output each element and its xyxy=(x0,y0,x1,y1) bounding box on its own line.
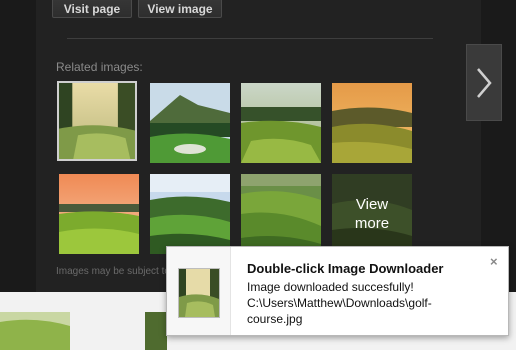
related-thumbnail-3[interactable] xyxy=(241,83,321,163)
left-gutter xyxy=(0,0,37,292)
downloaded-image-thumbnail xyxy=(178,268,220,318)
related-thumbnail-2[interactable] xyxy=(150,83,230,163)
notification-message: Image downloaded succesfully! xyxy=(247,280,414,294)
related-thumbnail-6[interactable] xyxy=(150,174,230,254)
related-thumbnail-7[interactable] xyxy=(241,174,321,254)
related-thumbnail-5[interactable] xyxy=(59,174,139,254)
close-icon[interactable]: × xyxy=(490,255,498,268)
divider xyxy=(67,38,433,39)
view-more-label: View more xyxy=(332,174,412,254)
view-image-button[interactable]: View image xyxy=(138,0,222,18)
next-button[interactable] xyxy=(466,44,502,121)
related-thumbnail-1[interactable] xyxy=(57,81,137,161)
strip-image-2[interactable] xyxy=(145,312,167,350)
related-images-label: Related images: xyxy=(56,60,143,74)
notification-title: Double-click Image Downloader xyxy=(247,261,444,276)
notification-body: Image downloaded succesfully! C:\Users\M… xyxy=(247,279,487,327)
view-more-tile[interactable]: View more xyxy=(332,174,412,254)
image-viewer-page: Visit page View image Related images: Vi… xyxy=(0,0,516,350)
related-thumbnail-4[interactable] xyxy=(332,83,412,163)
chevron-right-icon xyxy=(477,68,492,98)
notification-icon-area xyxy=(167,247,231,335)
notification-file-path: C:\Users\Matthew\Downloads\golf-course.j… xyxy=(247,296,432,326)
download-notification[interactable]: Double-click Image Downloader Image down… xyxy=(166,246,509,336)
visit-page-button[interactable]: Visit page xyxy=(52,0,132,18)
strip-image-1[interactable] xyxy=(0,312,70,350)
